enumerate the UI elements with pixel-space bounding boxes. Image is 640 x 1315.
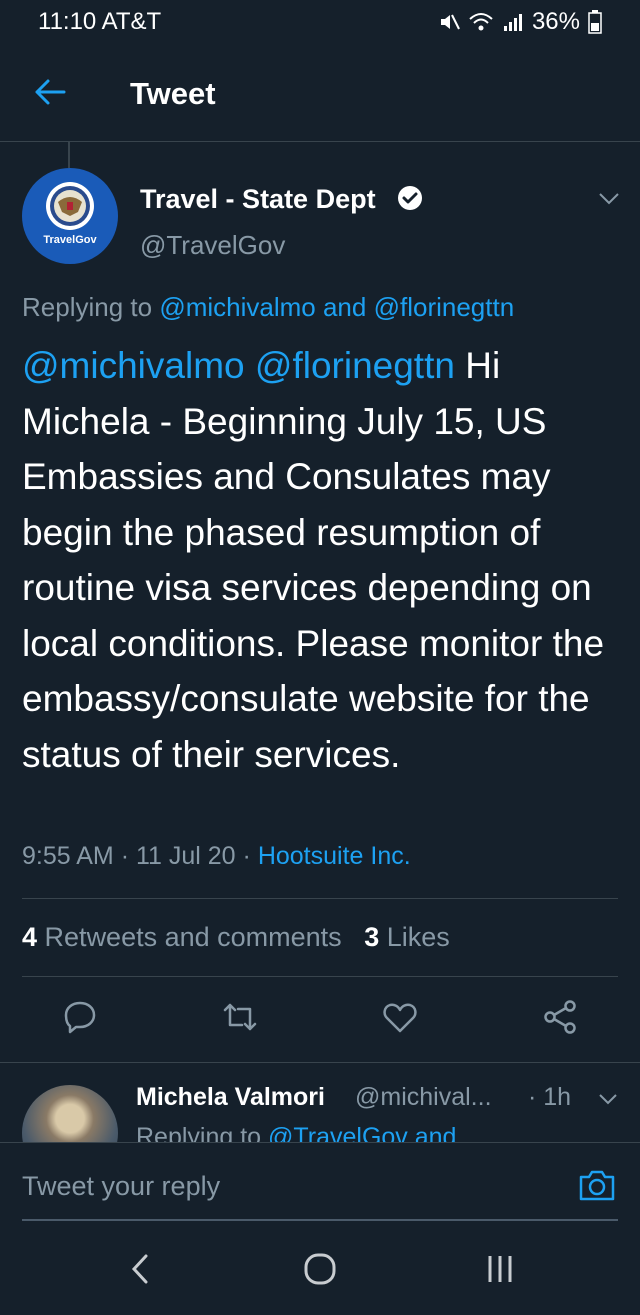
thread-line: [68, 142, 70, 168]
reply-separator: ·: [528, 1083, 537, 1111]
retweet-icon[interactable]: [222, 999, 258, 1035]
tweet-source-link[interactable]: Hootsuite Inc.: [258, 842, 411, 870]
status-left: 11:10 AT&T: [38, 8, 161, 36]
verified-badge-icon: [398, 186, 422, 210]
mention-link[interactable]: @michivalmo: [22, 345, 245, 386]
replying-user-link[interactable]: @michivalmo: [159, 292, 315, 322]
status-time: 11:10: [38, 8, 97, 35]
mention-link[interactable]: @florinegttn: [255, 345, 455, 386]
status-bar: 11:10 AT&T 36%: [0, 0, 640, 44]
retweets-count: 4: [22, 922, 38, 952]
seal-icon: [46, 182, 94, 230]
input-underline: [22, 1219, 618, 1221]
system-nav-bar: [0, 1222, 640, 1315]
reply-icon[interactable]: [62, 999, 98, 1035]
reply-replying-prefix: Replying to: [136, 1123, 262, 1142]
replying-to: Replying to @michivalmo and @florinegttn: [22, 292, 514, 323]
replying-prefix: Replying to: [22, 292, 153, 322]
meta-separator: ·: [120, 842, 130, 870]
author-handle[interactable]: @TravelGov: [140, 230, 285, 261]
like-heart-icon[interactable]: [382, 999, 418, 1035]
tweet-actions: [0, 995, 640, 1051]
likes-stat[interactable]: 3 Likes: [364, 922, 450, 952]
divider: [22, 976, 618, 977]
avatar-label: TravelGov: [43, 234, 97, 246]
retweets-stat[interactable]: 4 Retweets and comments: [22, 922, 342, 952]
tweet-time: 9:55 AM: [22, 842, 114, 870]
status-carrier: AT&T: [101, 8, 162, 35]
author-avatar[interactable]: TravelGov: [22, 168, 118, 264]
signal-icon: [503, 14, 522, 31]
reply-item[interactable]: Michela Valmori @michival... · 1h Replyi…: [0, 1062, 640, 1142]
reply-author-handle[interactable]: @michival...: [355, 1083, 492, 1112]
camera-icon[interactable]: [578, 1167, 616, 1203]
tweet-text: @michivalmo @florinegttn Hi Michela - Be…: [22, 338, 622, 782]
reply-time: · 1h: [528, 1083, 571, 1112]
tweet-date: 11 Jul 20: [135, 842, 236, 870]
back-arrow-icon[interactable]: [34, 78, 66, 106]
reply-avatar[interactable]: [22, 1085, 118, 1142]
wifi-icon: [469, 13, 493, 31]
header: Tweet: [0, 44, 640, 142]
reply-time-value: 1h: [543, 1083, 572, 1111]
nav-back-icon[interactable]: [128, 1252, 152, 1286]
battery-percent: 36%: [531, 8, 580, 35]
nav-home-icon[interactable]: [303, 1252, 337, 1286]
reply-author-name[interactable]: Michela Valmori: [136, 1083, 325, 1112]
replying-user-link[interactable]: @florinegttn: [374, 292, 515, 322]
reply-replying-to: Replying to @TravelGov and: [136, 1123, 456, 1142]
tweet-body-text: Hi Michela - Beginning July 15, US Embas…: [22, 345, 605, 775]
meta-separator: ·: [242, 842, 251, 870]
reply-input[interactable]: Tweet your reply: [22, 1171, 220, 1202]
chevron-down-icon[interactable]: [597, 1091, 619, 1107]
reply-replying-user-link[interactable]: @TravelGov and: [268, 1123, 456, 1142]
likes-label: Likes: [386, 922, 450, 952]
mute-icon: [440, 14, 460, 30]
compose-bar: Tweet your reply: [0, 1142, 640, 1221]
tweet-meta: 9:55 AM · 11 Jul 20 · Hootsuite Inc.: [22, 842, 411, 871]
divider: [22, 898, 618, 899]
battery-icon: [588, 10, 602, 34]
author-name[interactable]: Travel - State Dept: [140, 184, 376, 215]
chevron-down-icon[interactable]: [597, 190, 621, 208]
page-title: Tweet: [130, 76, 216, 111]
share-icon[interactable]: [542, 999, 578, 1035]
replying-and[interactable]: and: [323, 292, 366, 322]
likes-count: 3: [364, 922, 380, 952]
nav-recents-icon[interactable]: [485, 1252, 515, 1286]
status-right: 36%: [438, 8, 602, 36]
retweets-label: Retweets and comments: [44, 922, 342, 952]
tweet-stats: 4 Retweets and comments 3 Likes: [22, 922, 450, 953]
